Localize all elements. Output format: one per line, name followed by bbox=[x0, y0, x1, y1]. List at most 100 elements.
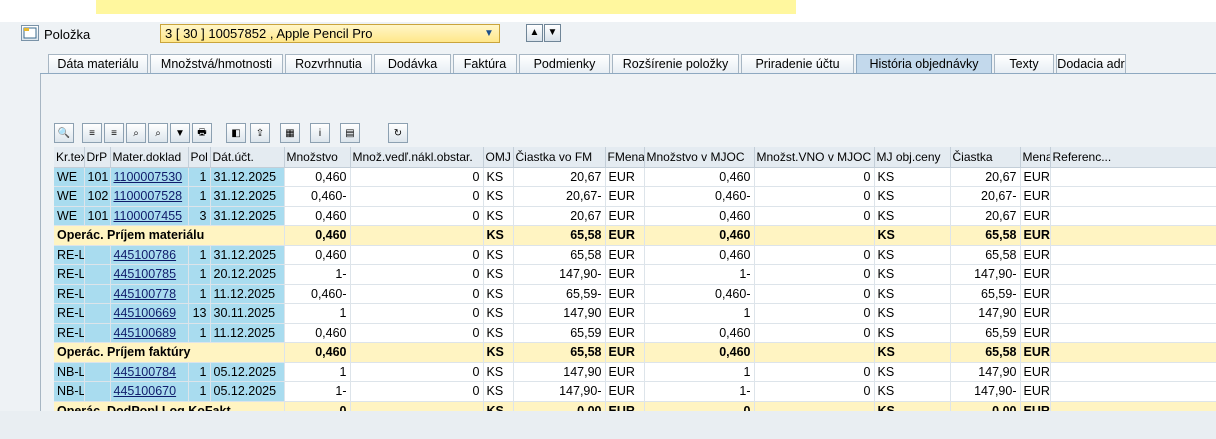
refresh-icon[interactable]: ↻ bbox=[388, 123, 408, 143]
table-cell: 20,67- bbox=[513, 186, 606, 207]
column-header[interactable]: DrP bbox=[84, 147, 111, 168]
previous-item-button[interactable]: ▲ bbox=[526, 24, 543, 42]
table-row[interactable]: RE-L 445100669 13 30.11.2025 1 0 KS 147,90 EUR 1 0… bbox=[54, 303, 1216, 324]
export-icon[interactable]: ⇪ bbox=[250, 123, 270, 143]
item-overview-button[interactable] bbox=[21, 25, 39, 41]
sort-desc-icon[interactable]: ≡ bbox=[104, 123, 124, 143]
subtotal-row[interactable]: Operác. Príjem faktúry 0,460 KS 65,58 EUR 0,4… bbox=[54, 342, 1216, 363]
tab-11[interactable]: Dodacia adr bbox=[1056, 54, 1126, 74]
table-cell: EUR bbox=[605, 167, 645, 187]
filter-icon[interactable]: ▼ bbox=[170, 123, 190, 143]
table-cell[interactable]: 445100786 bbox=[110, 245, 189, 265]
document-link[interactable]: 1100007528 bbox=[114, 189, 183, 203]
table-cell: 13 bbox=[188, 303, 211, 324]
column-header[interactable]: OMJ bbox=[483, 147, 514, 168]
column-header[interactable]: MJ obj.ceny bbox=[874, 147, 951, 168]
table-cell: 31.12.2025 bbox=[210, 245, 285, 265]
column-header[interactable]: Kr.text bbox=[54, 147, 85, 168]
table-cell[interactable]: 445100670 bbox=[110, 381, 189, 402]
document-link[interactable]: 445100778 bbox=[114, 287, 177, 301]
table-cell[interactable]: 445100784 bbox=[110, 362, 189, 382]
table-cell[interactable]: 445100669 bbox=[110, 303, 189, 324]
column-header[interactable]: Mena bbox=[1020, 147, 1051, 168]
document-link[interactable]: 445100785 bbox=[114, 267, 177, 281]
table-cell[interactable]: 1100007528 bbox=[110, 186, 189, 207]
subtotal-cell bbox=[1050, 225, 1216, 246]
next-item-button[interactable]: ▼ bbox=[544, 24, 561, 42]
views-icon[interactable]: ◧ bbox=[226, 123, 246, 143]
change-layout-icon[interactable]: ▤ bbox=[340, 123, 360, 143]
tab-7[interactable]: Rozšírenie položky bbox=[612, 54, 739, 74]
column-header[interactable]: Množstvo v MJOC bbox=[644, 147, 755, 168]
table-cell[interactable]: 445100778 bbox=[110, 284, 189, 304]
info-icon[interactable]: i bbox=[310, 123, 330, 143]
column-header[interactable]: Referenc... bbox=[1050, 147, 1216, 168]
layout-icon[interactable]: ▦ bbox=[280, 123, 300, 143]
document-link[interactable]: 445100670 bbox=[114, 384, 177, 398]
table-cell: 1 bbox=[284, 362, 351, 382]
document-link[interactable]: 445100786 bbox=[114, 248, 177, 262]
dropdown-arrow-icon[interactable]: ▼ bbox=[482, 25, 496, 42]
column-header[interactable]: FMena bbox=[605, 147, 645, 168]
document-link[interactable]: 1100007455 bbox=[114, 209, 183, 223]
tab-2[interactable]: Množstvá/hmotnosti bbox=[150, 54, 283, 74]
table-row[interactable]: NB-L 445100670 1 05.12.2025 1- 0 KS 147,90- EUR 1… bbox=[54, 381, 1216, 402]
table-row[interactable]: WE 102 1100007528 1 31.12.2025 0,460- 0 KS 20,67… bbox=[54, 186, 1216, 207]
table-cell: 0 bbox=[754, 284, 875, 304]
table-cell: WE bbox=[54, 206, 85, 226]
table-cell: EUR bbox=[605, 186, 645, 207]
find-next-icon[interactable]: ⌕ bbox=[148, 123, 168, 143]
table-cell[interactable]: 445100689 bbox=[110, 323, 189, 343]
document-link[interactable]: 445100784 bbox=[114, 365, 177, 379]
table-cell: 147,90- bbox=[950, 381, 1021, 402]
column-header[interactable]: Množst.VNO v MJOC bbox=[754, 147, 875, 168]
tab-4[interactable]: Dodávka bbox=[374, 54, 451, 74]
table-row[interactable]: RE-L 445100786 1 31.12.2025 0,460 0 KS 65,58 EUR… bbox=[54, 245, 1216, 265]
table-row[interactable]: RE-L 445100785 1 20.12.2025 1- 0 KS 147,90- EUR 1… bbox=[54, 264, 1216, 285]
details-icon[interactable]: 🔍 bbox=[54, 123, 74, 143]
table-cell: RE-L bbox=[54, 284, 85, 304]
table-cell: KS bbox=[483, 186, 514, 207]
table-cell: EUR bbox=[605, 264, 645, 285]
subtotal-cell bbox=[350, 225, 484, 246]
subtotal-row[interactable]: Operác. Príjem materiálu 0,460 KS 65,58 EUR 0… bbox=[54, 225, 1216, 246]
table-cell[interactable]: 445100785 bbox=[110, 264, 189, 285]
subtotal-cell: 0,460 bbox=[284, 225, 351, 246]
table-row[interactable]: WE 101 1100007455 3 31.12.2025 0,460 0 KS 20,67 E… bbox=[54, 206, 1216, 226]
column-header[interactable]: Pol bbox=[188, 147, 211, 168]
tab-9[interactable]: História objednávky bbox=[856, 54, 992, 74]
column-header[interactable]: Mater.doklad bbox=[110, 147, 189, 168]
tab-10[interactable]: Texty bbox=[994, 54, 1054, 74]
table-row[interactable]: NB-L 445100784 1 05.12.2025 1 0 KS 147,90 EUR 1 0 K… bbox=[54, 362, 1216, 382]
subtotal-cell: EUR bbox=[605, 342, 645, 363]
table-cell: 0 bbox=[350, 206, 484, 226]
document-link[interactable]: 445100689 bbox=[114, 326, 177, 340]
document-link[interactable]: 445100669 bbox=[114, 306, 177, 320]
column-header[interactable]: Množ.vedľ.nákl.obstar. bbox=[350, 147, 484, 168]
table-cell: 1 bbox=[188, 284, 211, 304]
table-row[interactable]: RE-L 445100778 1 11.12.2025 0,460- 0 KS 65,59- E… bbox=[54, 284, 1216, 304]
column-header[interactable]: Čiastka bbox=[950, 147, 1021, 168]
tab-8[interactable]: Priradenie účtu bbox=[741, 54, 854, 74]
column-header[interactable]: Čiastka vo FM bbox=[513, 147, 606, 168]
document-link[interactable]: 1100007530 bbox=[114, 170, 183, 184]
sort-asc-icon[interactable]: ≡ bbox=[82, 123, 102, 143]
print-icon[interactable]: 🖶 bbox=[192, 123, 212, 143]
table-cell bbox=[84, 362, 111, 382]
column-header[interactable]: Množstvo bbox=[284, 147, 351, 168]
table-cell: EUR bbox=[605, 362, 645, 382]
table-cell: 147,90- bbox=[950, 264, 1021, 285]
table-row[interactable]: WE 101 1100007530 1 31.12.2025 0,460 0 KS 20,67 E… bbox=[54, 167, 1216, 187]
tab-5[interactable]: Faktúra bbox=[453, 54, 517, 74]
table-cell[interactable]: 1100007455 bbox=[110, 206, 189, 226]
column-header[interactable]: Dát.účt. bbox=[210, 147, 285, 168]
find-icon[interactable]: ⌕ bbox=[126, 123, 146, 143]
table-cell: 0 bbox=[754, 264, 875, 285]
subtotal-cell: 65,58 bbox=[950, 342, 1021, 363]
item-select[interactable]: 3 [ 30 ] 10057852 , Apple Pencil Pro ▼ bbox=[160, 24, 500, 43]
table-cell[interactable]: 1100007530 bbox=[110, 167, 189, 187]
tab-6[interactable]: Podmienky bbox=[519, 54, 610, 74]
tab-1[interactable]: Dáta materiálu bbox=[48, 54, 148, 74]
tab-3[interactable]: Rozvrhnutia bbox=[285, 54, 372, 74]
table-row[interactable]: RE-L 445100689 1 11.12.2025 0,460 0 KS 65,59 EUR… bbox=[54, 323, 1216, 343]
